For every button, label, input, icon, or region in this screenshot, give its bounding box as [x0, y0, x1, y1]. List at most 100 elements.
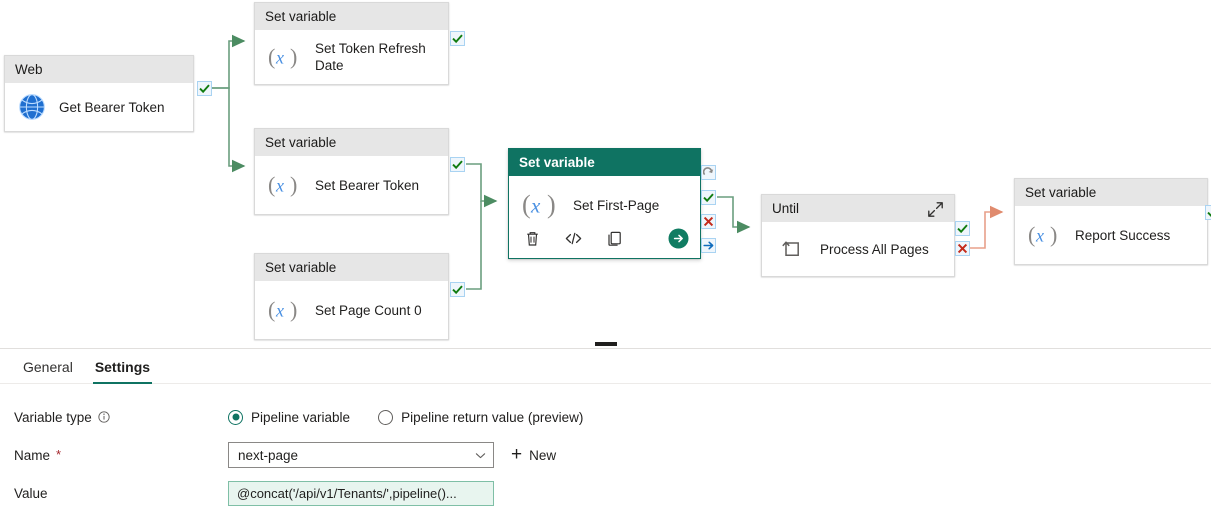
loop-icon	[778, 236, 804, 262]
variable-x-icon: ( x )	[268, 172, 302, 198]
activity-type-text: Set variable	[1025, 185, 1097, 200]
success-dependency-badge-set-page-count-0[interactable]	[450, 282, 465, 297]
activity-type-text: Until	[772, 201, 800, 216]
svg-text:): )	[1050, 222, 1057, 247]
tab-settings[interactable]: Settings	[84, 360, 161, 384]
tab-general[interactable]: General	[12, 360, 84, 383]
radio-dot	[378, 409, 394, 425]
activity-type-text: Set variable	[519, 155, 595, 170]
activity-node-get-bearer-token[interactable]: Web Get Bearer Token	[4, 55, 194, 132]
radio-dot	[228, 409, 243, 425]
activity-type-label: Set variable	[255, 254, 448, 281]
info-icon[interactable]	[98, 411, 110, 423]
variable-x-icon: ( x )	[1028, 222, 1062, 248]
success-dependency-badge-get-bearer-token[interactable]	[197, 81, 212, 96]
pipeline-canvas[interactable]: Web Get Bearer Token Set variable (x) …	[0, 0, 1211, 348]
svg-text:(: (	[522, 190, 531, 219]
activity-title: Set Page Count 0	[315, 302, 422, 318]
globe-icon	[18, 93, 46, 121]
svg-text:): )	[547, 190, 556, 219]
svg-text:(: (	[268, 297, 275, 322]
activity-body: Process All Pages	[762, 222, 954, 276]
plus-icon: +	[511, 444, 523, 465]
activity-title: Set Bearer Token	[315, 177, 420, 193]
value-label: Value	[14, 486, 228, 501]
activity-node-set-first-page[interactable]: Set variable ( x ) Set First-Page	[508, 148, 701, 259]
arrow-right-circle-icon[interactable]	[668, 228, 689, 249]
copy-icon[interactable]	[605, 229, 624, 248]
name-select[interactable]: next-page	[228, 442, 494, 468]
field-variable-type: Variable type Pipeline variable Pipeline…	[14, 398, 1211, 436]
field-name: Name * next-page + New	[14, 436, 1211, 474]
failure-dependency-badge-process-all-pages[interactable]	[955, 241, 970, 256]
variable-type-radio-group: Pipeline variable Pipeline return value …	[228, 409, 583, 425]
activity-body: ( x ) Report Success	[1015, 206, 1207, 264]
adf-pipeline-editor: Web Get Bearer Token Set variable (x) …	[0, 0, 1211, 516]
svg-text:(: (	[268, 172, 275, 197]
activity-type-label: Web	[5, 56, 193, 83]
variable-x-icon: ( x )	[522, 190, 560, 220]
activity-title: Report Success	[1075, 227, 1171, 243]
code-icon[interactable]	[564, 229, 583, 248]
panel-tabs: General Settings	[0, 349, 1211, 384]
success-dependency-badge-report-success[interactable]	[1205, 205, 1211, 220]
variable-x-icon: ( x )	[268, 44, 302, 70]
activity-body: Get Bearer Token	[5, 83, 193, 131]
completion-dependency-badge-set-first-page[interactable]	[701, 238, 716, 253]
success-dependency-badge-process-all-pages[interactable]	[955, 221, 970, 236]
svg-text:x: x	[275, 176, 284, 196]
success-dependency-badge-set-first-page[interactable]	[701, 190, 716, 205]
svg-text:x: x	[1035, 226, 1044, 246]
value-input[interactable]: @concat('/api/v1/Tenants/',pipeline()...	[228, 480, 494, 506]
activity-type-label: Set variable	[1015, 179, 1207, 206]
activity-type-label: Set variable	[255, 129, 448, 156]
panel-resize-handle[interactable]	[0, 339, 1211, 349]
activity-body: ( x ) Set Page Count 0	[255, 281, 448, 339]
expand-activities-icon[interactable]	[927, 201, 944, 218]
activity-node-set-bearer-token[interactable]: Set variable ( x ) Set Bearer Token	[254, 128, 449, 215]
value-input-text: @concat('/api/v1/Tenants/',pipeline()...	[237, 485, 457, 501]
field-value: Value @concat('/api/v1/Tenants/',pipelin…	[14, 474, 1211, 512]
activity-action-bar	[509, 228, 700, 258]
activity-type-text: Set variable	[265, 260, 337, 275]
skipped-dependency-badge-set-first-page[interactable]	[701, 165, 716, 180]
required-asterisk: *	[56, 447, 62, 462]
svg-text:x: x	[530, 194, 541, 218]
activity-title: Set First-Page	[573, 197, 660, 213]
new-variable-label: New	[529, 447, 557, 463]
new-variable-button[interactable]: + New	[511, 444, 557, 465]
radio-label: Pipeline variable	[251, 409, 351, 425]
name-select-value: next-page	[238, 447, 299, 463]
name-label: Name *	[14, 448, 228, 463]
activity-type-text: Set variable	[265, 9, 337, 24]
failure-dependency-badge-set-first-page[interactable]	[701, 214, 716, 229]
svg-text:): )	[290, 172, 297, 197]
activity-type-label: Set variable	[509, 149, 700, 176]
activity-type-label: Until	[762, 195, 954, 222]
svg-text:): )	[290, 44, 297, 69]
name-label-text: Name	[14, 447, 51, 463]
activity-title: Set Token Refresh Date	[315, 41, 426, 73]
resize-grip	[594, 342, 617, 346]
activity-node-report-success[interactable]: Set variable ( x ) Report Success	[1014, 178, 1208, 265]
svg-text:(: (	[268, 44, 275, 69]
svg-text:x: x	[275, 301, 284, 321]
activity-type-label: Set variable	[255, 3, 448, 30]
trash-icon[interactable]	[523, 229, 542, 248]
variable-x-icon: ( x )	[268, 297, 302, 323]
settings-form: Variable type Pipeline variable Pipeline…	[0, 384, 1211, 512]
svg-text:(: (	[1028, 222, 1035, 247]
radio-pipeline-variable[interactable]: Pipeline variable	[228, 409, 351, 425]
activity-node-set-token-refresh-date[interactable]: Set variable ( x ) Set Token Refresh Dat…	[254, 2, 449, 85]
activity-node-process-all-pages[interactable]: Until Process All Pages	[761, 194, 955, 277]
activity-node-set-page-count-0[interactable]: Set variable ( x ) Set Page Count 0	[254, 253, 449, 340]
activity-body: ( x ) Set First-Page	[509, 176, 700, 228]
success-dependency-badge-set-token-refresh-date[interactable]	[450, 31, 465, 46]
chevron-down-icon	[475, 450, 486, 461]
success-dependency-badge-set-bearer-token[interactable]	[450, 157, 465, 172]
value-label-text: Value	[14, 485, 48, 501]
activity-body: ( x ) Set Token Refresh Date	[255, 30, 448, 84]
svg-text:x: x	[275, 48, 284, 68]
activity-type-text: Web	[15, 62, 43, 77]
radio-pipeline-return-value[interactable]: Pipeline return value (preview)	[378, 409, 583, 425]
